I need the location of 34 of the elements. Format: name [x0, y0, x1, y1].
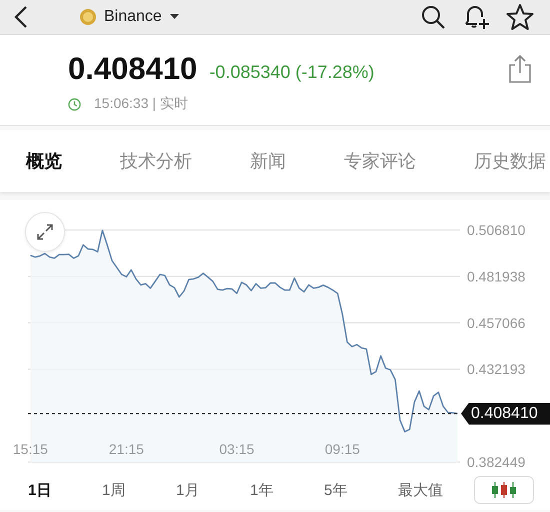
tab[interactable]: 新闻 — [250, 143, 286, 179]
star-icon[interactable] — [506, 4, 534, 30]
axis-label: 0.382449 — [467, 454, 526, 470]
range-tab[interactable]: 1周 — [102, 476, 176, 504]
range-tab[interactable]: 1月 — [176, 476, 250, 504]
candlestick-icon[interactable] — [474, 476, 534, 504]
clock-icon — [68, 98, 81, 110]
axis-label: 15:15 — [12, 441, 48, 457]
range-tab[interactable]: 1年 — [250, 476, 324, 504]
axis-label: 0.457066 — [467, 314, 526, 331]
axis-label: 21:15 — [108, 441, 144, 457]
axis-label: 0.432193 — [467, 361, 526, 378]
share-icon[interactable] — [508, 55, 532, 83]
range-tab[interactable]: 5年 — [324, 476, 398, 504]
tab[interactable]: 专家评论 — [344, 143, 416, 179]
search-icon[interactable] — [420, 4, 446, 30]
axis-label: 09:15 — [324, 441, 360, 457]
price: 0.408410 — [68, 51, 198, 87]
axis-label: 0.506810 — [467, 222, 526, 238]
price-tag: 0.408410 — [461, 402, 550, 425]
range-tab[interactable]: 1日 — [28, 476, 102, 504]
quote-time: 15:06:33 | 实时 — [94, 95, 188, 113]
axis-label: 0.481938 — [467, 268, 526, 284]
tab[interactable]: 历史数据 — [474, 143, 546, 179]
range-tab[interactable]: 最大值 — [398, 476, 472, 504]
price-change: -0.085340 (-17.28%) — [209, 62, 374, 82]
axis-label: 03:15 — [219, 441, 254, 457]
coin-icon — [80, 9, 96, 25]
exchange-selector[interactable]: Binance — [80, 8, 179, 26]
back-icon[interactable] — [14, 6, 28, 28]
tab[interactable]: 概览 — [26, 143, 62, 179]
expand-icon[interactable] — [25, 212, 65, 252]
caret-icon — [170, 14, 179, 20]
tab[interactable]: 技术分析 — [120, 143, 192, 179]
